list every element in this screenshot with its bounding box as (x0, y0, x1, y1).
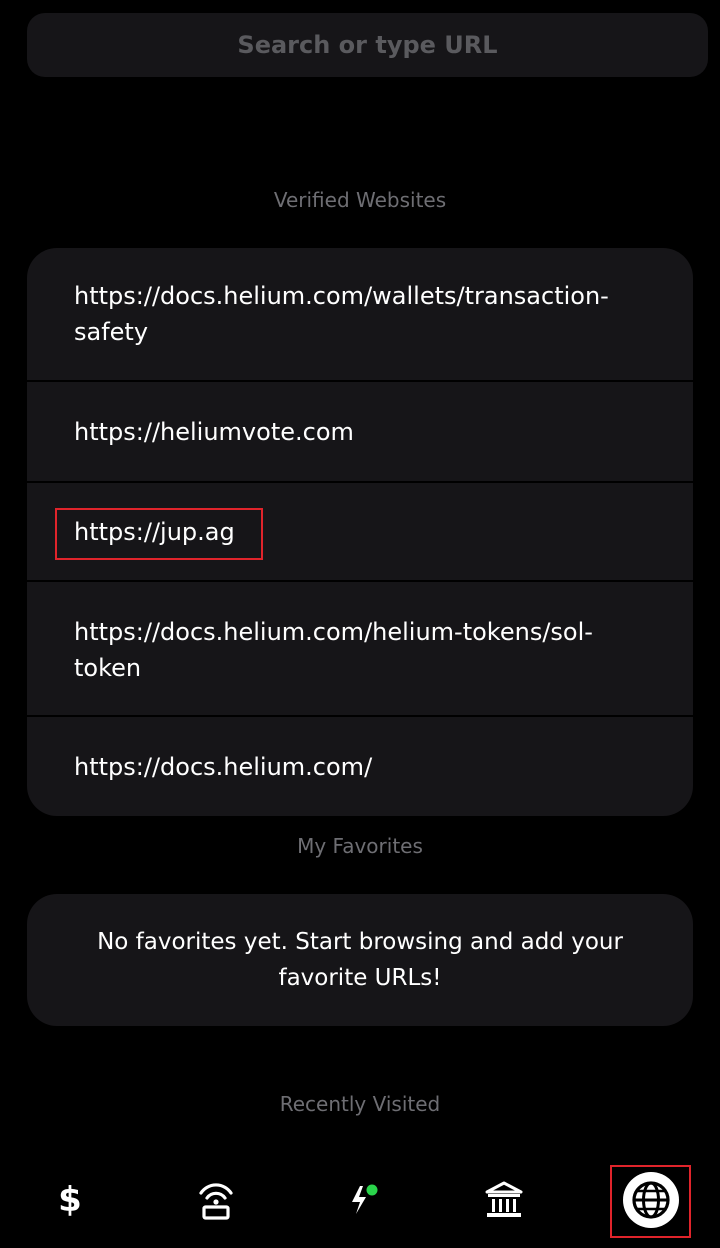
verified-site-item[interactable]: https://docs.helium.com/helium-tokens/so… (27, 614, 693, 716)
verified-websites-list: https://docs.helium.com/wallets/transact… (27, 248, 693, 816)
verified-site-item[interactable]: https://docs.helium.com/wallets/transact… (27, 278, 693, 382)
site-url-line: https://docs.helium.com/wallets/transact… (74, 282, 609, 310)
site-url-line: https://docs.helium.com/helium-tokens/so… (74, 618, 593, 646)
tab-hotspots[interactable] (168, 1160, 264, 1240)
tab-governance[interactable] (456, 1160, 552, 1240)
verified-site-item[interactable]: https://docs.helium.com/ (27, 717, 693, 816)
bank-icon (485, 1181, 523, 1217)
site-url: https://docs.helium.com/ (74, 752, 373, 781)
verified-site-item[interactable]: https://heliumvote.com (27, 382, 693, 481)
site-url: https://heliumvote.com (74, 417, 354, 446)
my-favorites-heading: My Favorites (297, 834, 423, 858)
tab-browser[interactable] (603, 1160, 699, 1240)
site-url-line: token (74, 654, 142, 682)
search-bar[interactable] (27, 13, 708, 77)
search-input[interactable] (27, 13, 708, 77)
lightning-icon (352, 1184, 378, 1214)
favorites-empty-message: No favorites yet. Start browsing and add… (97, 929, 623, 991)
site-url-line: safety (74, 318, 149, 346)
recently-visited-heading: Recently Visited (279, 1092, 441, 1116)
tab-wallet[interactable]: $ (22, 1160, 118, 1240)
activity-badge (366, 1184, 378, 1196)
verified-site-item[interactable]: https://jup.ag (27, 483, 693, 580)
hotspot-icon (199, 1183, 233, 1220)
verified-websites-heading: Verified Websites (273, 188, 447, 212)
dollar-icon: $ (58, 1180, 82, 1220)
globe-icon (623, 1172, 679, 1228)
site-url: https://jup.ag (74, 517, 235, 546)
favorites-card: No favorites yet. Start browsing and add… (27, 894, 693, 1026)
tab-activity[interactable] (314, 1160, 410, 1240)
bottom-tab-bar: $ (0, 1160, 720, 1248)
divider (27, 580, 693, 582)
